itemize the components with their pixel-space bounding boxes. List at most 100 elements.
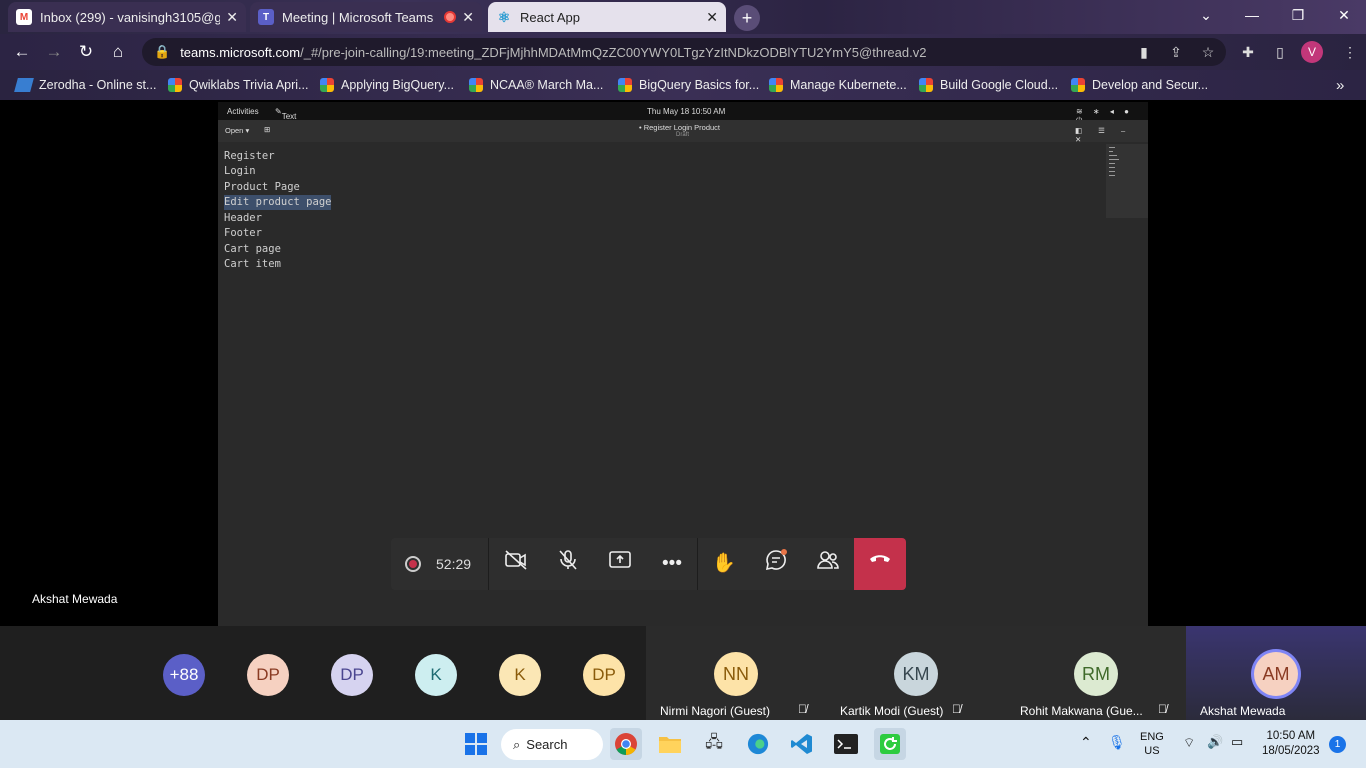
close-icon[interactable]: ✕ [462,9,474,26]
bookmark-item[interactable]: Qwiklabs Trivia Apri... [168,76,308,94]
participant-avatar[interactable]: K [415,654,457,696]
profile-avatar[interactable]: V [1301,41,1323,63]
recording-icon [405,556,421,572]
share-icon[interactable]: ⇪ [1166,42,1186,62]
chrome-icon[interactable] [610,728,642,760]
microphone-icon[interactable]: 🎙 [1108,734,1126,751]
gnome-clock: Thu May 18 10:50 AM [647,107,726,116]
share-screen-icon[interactable] [604,548,636,580]
presenter-name: Akshat Mewada [32,592,118,606]
activities-label: Activities [227,107,259,116]
bookmark-item[interactable]: Develop and Secur... [1071,76,1208,94]
google-cloud-icon [1071,78,1085,92]
tab-label: Inbox (299) - vanisingh3105@gm [40,9,221,25]
home-icon[interactable]: ⌂ [106,40,130,64]
participants-icon[interactable] [812,548,844,580]
gnome-top-bar: Activities ✎ Text Editor Thu May 18 10:5… [218,102,1148,130]
restore-icon[interactable]: ❐ [1276,0,1320,30]
clock[interactable]: 10:50 AM 18/05/2023 [1262,729,1320,759]
call-duration: 52:29 [436,556,472,572]
open-button: Open ▾ [225,126,250,135]
chevron-up-icon[interactable]: ⌃ [1080,734,1092,751]
separator [697,538,698,590]
edge-icon[interactable] [742,728,774,760]
text-editor-app-label: ✎ Text Editor [275,107,303,130]
bookmark-item[interactable]: Build Google Cloud... [919,76,1058,94]
more-options-icon[interactable]: ••• [656,548,688,580]
tab-teams[interactable]: T Meeting | Microsoft Teams ✕ [250,2,482,32]
participant-avatar[interactable]: DP [247,654,289,696]
language-indicator[interactable]: ENG US [1140,730,1164,758]
google-cloud-icon [769,78,783,92]
windows-taskbar: ⌕ Search 🖧 ⌃ 🎙 ENG US ⌔ 🔊 ▭ 10:50 AM 18/… [0,720,1366,768]
participant-tile[interactable]: AM Akshat Mewada [1186,626,1366,720]
bookmark-item[interactable]: BigQuery Basics for... [618,76,759,94]
new-document-icon: ⊞ [264,125,271,134]
raise-hand-icon[interactable]: ✋ [708,548,740,580]
participant-name: Kartik Modi (Guest) [840,704,944,718]
extensions-icon[interactable]: ✚ [1238,42,1258,62]
bookmark-item[interactable]: NCAA® March Ma... [469,76,603,94]
bookmark-star-icon[interactable]: ☆ [1198,42,1218,62]
battery-icon[interactable]: ▭ [1231,734,1243,750]
chat-icon[interactable] [760,548,792,580]
address-bar[interactable]: 🔒 teams.microsoft.com/_#/pre-join-callin… [142,38,1226,66]
editor-line: Login [224,165,256,177]
editor-header: Open ▾ ⊞ • Register Login Product Draft … [218,120,1148,144]
participant-avatar: NN [714,652,758,696]
bookmark-item[interactable]: Manage Kubernete... [769,76,907,94]
wifi-icon[interactable]: ⌔ [1183,735,1195,751]
reload-icon[interactable]: ↻ [74,40,98,64]
vscode-icon[interactable] [786,728,818,760]
tab-gmail[interactable]: M Inbox (299) - vanisingh3105@gm ✕ [8,2,246,32]
participant-avatar: AM [1254,652,1298,696]
camera-off-icon[interactable] [500,548,532,580]
url-path: /_#/pre-join-calling/19:meeting_ZDFjMjhh… [300,44,927,60]
overflow-participants-button[interactable]: +88 [163,654,205,696]
participant-tile[interactable]: NN Nirmi Nagori (Guest) 🎙̸ [646,626,826,720]
url-host: teams.microsoft.com [180,44,301,60]
network-app-icon[interactable]: 🖧 [698,728,730,760]
notification-badge[interactable]: 1 [1329,736,1346,753]
google-cloud-icon [919,78,933,92]
participant-avatar[interactable]: K [499,654,541,696]
editor-line: Register [224,150,275,162]
participant-avatar[interactable]: DP [331,654,373,696]
mic-muted-icon[interactable] [552,548,584,580]
tab-label: Meeting | Microsoft Teams [282,9,434,25]
gmail-icon: M [16,9,32,25]
close-icon[interactable]: ✕ [226,9,238,26]
windows-start-icon[interactable] [460,728,492,760]
tab-react-app[interactable]: ⚛ React App ✕ [488,2,726,32]
bookmarks-overflow-icon[interactable]: » [1336,76,1344,94]
camera-blocked-icon[interactable]: ▮ [1134,42,1154,62]
google-cloud-icon [469,78,483,92]
participant-tile[interactable]: KM Kartik Modi (Guest) 🎙̸ [826,626,1006,720]
lock-icon: 🔒 [154,44,171,59]
mic-muted-icon: 🎙̸ [1158,702,1167,716]
back-icon[interactable]: ← [10,40,34,64]
editor-line: Cart item [224,258,281,270]
chevron-down-icon[interactable]: ⌄ [1184,0,1228,30]
volume-icon[interactable]: 🔊 [1207,734,1223,750]
document-title: • Register Login Product [639,123,721,132]
new-tab-button[interactable]: + [734,5,760,31]
menu-kebab-icon[interactable]: ⋮ [1340,42,1360,62]
minimize-icon[interactable]: — [1230,0,1274,30]
participant-tile[interactable]: RM Rohit Makwana (Gue... 🎙̸ [1006,626,1186,720]
bookmark-item[interactable]: Zerodha - Online st... [14,76,156,94]
search-icon: ⌕ [513,736,521,752]
refresh-app-icon[interactable] [874,728,906,760]
close-window-icon[interactable]: ✕ [1322,0,1366,30]
bookmark-item[interactable]: Applying BigQuery... [320,76,454,94]
google-cloud-icon [320,78,334,92]
forward-icon[interactable]: → [42,40,66,64]
close-icon[interactable]: ✕ [706,9,718,26]
taskbar-search[interactable]: ⌕ Search [501,729,603,760]
editor-line: Cart page [224,243,281,255]
leave-call-button[interactable] [854,538,906,590]
terminal-icon[interactable] [830,728,862,760]
file-explorer-icon[interactable] [654,728,686,760]
side-panel-icon[interactable]: ▯ [1270,42,1290,62]
participant-avatar[interactable]: DP [583,654,625,696]
